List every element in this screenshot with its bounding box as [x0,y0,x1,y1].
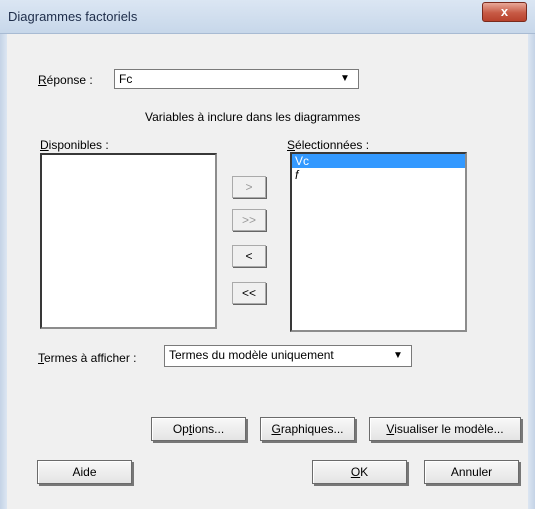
variables-heading: Variables à inclure dans les diagrammes [145,110,361,124]
window-frame-right [528,34,535,509]
options-label-b: ions... [192,422,225,436]
selected-label-text: électionnées : [295,138,370,152]
cancel-button[interactable]: Annuler [424,460,519,484]
terms-combobox[interactable]: Termes du modèle uniquement [164,345,412,367]
close-icon: x [500,4,509,19]
add-all-button[interactable]: >> [232,209,266,231]
list-item[interactable]: Vc [292,154,465,168]
terms-label: Termes à afficher : [38,351,136,365]
response-combobox[interactable]: Fc [114,69,359,89]
ok-label-mnemonic: O [350,465,361,479]
available-label-text: isponibles : [48,138,109,152]
available-label-mnemonic: D [40,138,49,152]
ok-label-b: K [360,465,369,479]
terms-dropdown-icon[interactable]: ▼ [393,350,403,361]
options-label-a: Op [172,422,189,436]
terms-label-text: ermes à afficher : [44,351,137,365]
response-label: Réponse : [38,73,93,87]
close-button[interactable]: x [482,2,527,22]
response-label-mnemonic: R [38,73,47,87]
response-value: Fc [119,72,133,86]
visualiser-label-b: isualiser le modèle... [394,422,504,436]
ok-button[interactable]: OK [312,460,407,484]
terms-value: Termes du modèle uniquement [169,348,334,362]
visualiser-button[interactable]: Visualiser le modèle... [369,417,521,441]
window-frame-left [0,34,7,509]
selected-label-mnemonic: S [287,138,296,152]
add-button[interactable]: > [232,176,266,198]
selected-label: Sélectionnées : [287,138,369,152]
list-item[interactable]: f [292,168,465,182]
window-title: Diagrammes factoriels [8,9,138,24]
graphiques-label-mnemonic: G [271,422,281,436]
selected-listbox[interactable]: Vc f [290,152,467,332]
remove-all-button[interactable]: << [232,282,266,304]
available-label: Disponibles : [40,138,109,152]
available-listbox[interactable] [40,153,217,329]
graphiques-label-b: raphiques... [280,422,344,436]
options-button[interactable]: Options... [151,417,246,441]
help-button[interactable]: Aide [37,460,132,484]
remove-button[interactable]: < [232,245,266,267]
response-dropdown-icon[interactable]: ▼ [340,73,350,84]
title-bar: Diagrammes factoriels x [0,0,535,34]
response-label-text: éponse : [46,73,93,87]
graphiques-button[interactable]: Graphiques... [260,417,355,441]
